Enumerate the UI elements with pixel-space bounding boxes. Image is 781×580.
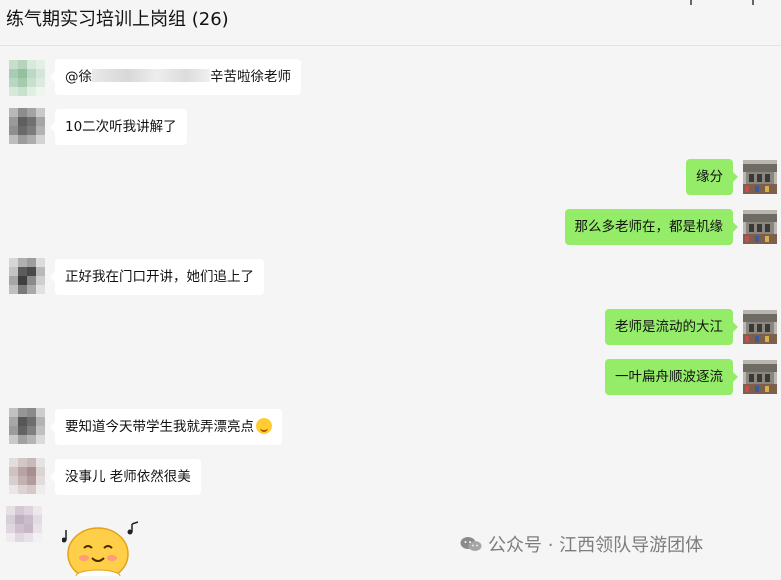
self-avatar[interactable] [743, 360, 777, 394]
message-text: 没事儿 老师依然很美 [65, 469, 191, 485]
message-bubble[interactable]: @徐 辛苦啦徐老师 [50, 59, 301, 95]
avatar[interactable] [9, 108, 45, 144]
redacted-name [92, 69, 210, 82]
building-photo-icon [743, 360, 777, 394]
message-bubble[interactable]: 缘分 [686, 159, 738, 195]
header-divider [690, 0, 692, 5]
message-text: 要知道今天带学生我就弄漂亮点 [65, 419, 254, 435]
smiling-blob-sticker[interactable] [61, 520, 142, 580]
message-bubble[interactable]: 老师是流动的大江 [605, 309, 738, 345]
message-bubble[interactable]: 没事儿 老师依然很美 [50, 459, 201, 495]
self-avatar[interactable] [743, 160, 777, 194]
message-text: 辛苦啦徐老师 [210, 69, 291, 85]
header-divider [752, 0, 754, 5]
message-bubble[interactable]: 一叶扁舟顺波逐流 [605, 359, 738, 395]
message-text: 一叶扁舟顺波逐流 [615, 369, 723, 385]
mention-text: @徐 [65, 69, 92, 85]
avatar[interactable] [6, 506, 42, 542]
chat-title[interactable]: 练气期实习培训上岗组 (26) [6, 5, 229, 31]
message-text: 10二次听我讲解了 [65, 119, 177, 135]
message-text: 老师是流动的大江 [615, 319, 723, 335]
avatar[interactable] [9, 60, 45, 96]
message-text: 正好我在门口开讲，她们追上了 [65, 269, 254, 285]
avatar[interactable] [9, 258, 45, 294]
message-text: 那么多老师在，都是机缘 [574, 219, 724, 235]
avatar[interactable] [9, 408, 45, 444]
building-photo-icon [743, 310, 777, 344]
message-bubble[interactable]: 要知道今天带学生我就弄漂亮点 [50, 409, 282, 445]
message-bubble[interactable]: 10二次听我讲解了 [50, 109, 187, 145]
building-photo-icon [743, 210, 777, 244]
message-text: 缘分 [696, 169, 723, 185]
wechat-icon [460, 536, 482, 552]
self-avatar[interactable] [743, 310, 777, 344]
building-photo-icon [743, 160, 777, 194]
grin-sweat-emoji [256, 417, 272, 434]
message-bubble[interactable]: 正好我在门口开讲，她们追上了 [50, 259, 264, 295]
avatar[interactable] [9, 458, 45, 494]
message-bubble[interactable]: 那么多老师在，都是机缘 [564, 209, 738, 245]
self-avatar[interactable] [743, 210, 777, 244]
chat-header: 练气期实习培训上岗组 (26) [0, 0, 781, 46]
watermark: 公众号 · 江西领队导游团体 [460, 531, 703, 557]
watermark-text: 公众号 · 江西领队导游团体 [488, 535, 704, 556]
